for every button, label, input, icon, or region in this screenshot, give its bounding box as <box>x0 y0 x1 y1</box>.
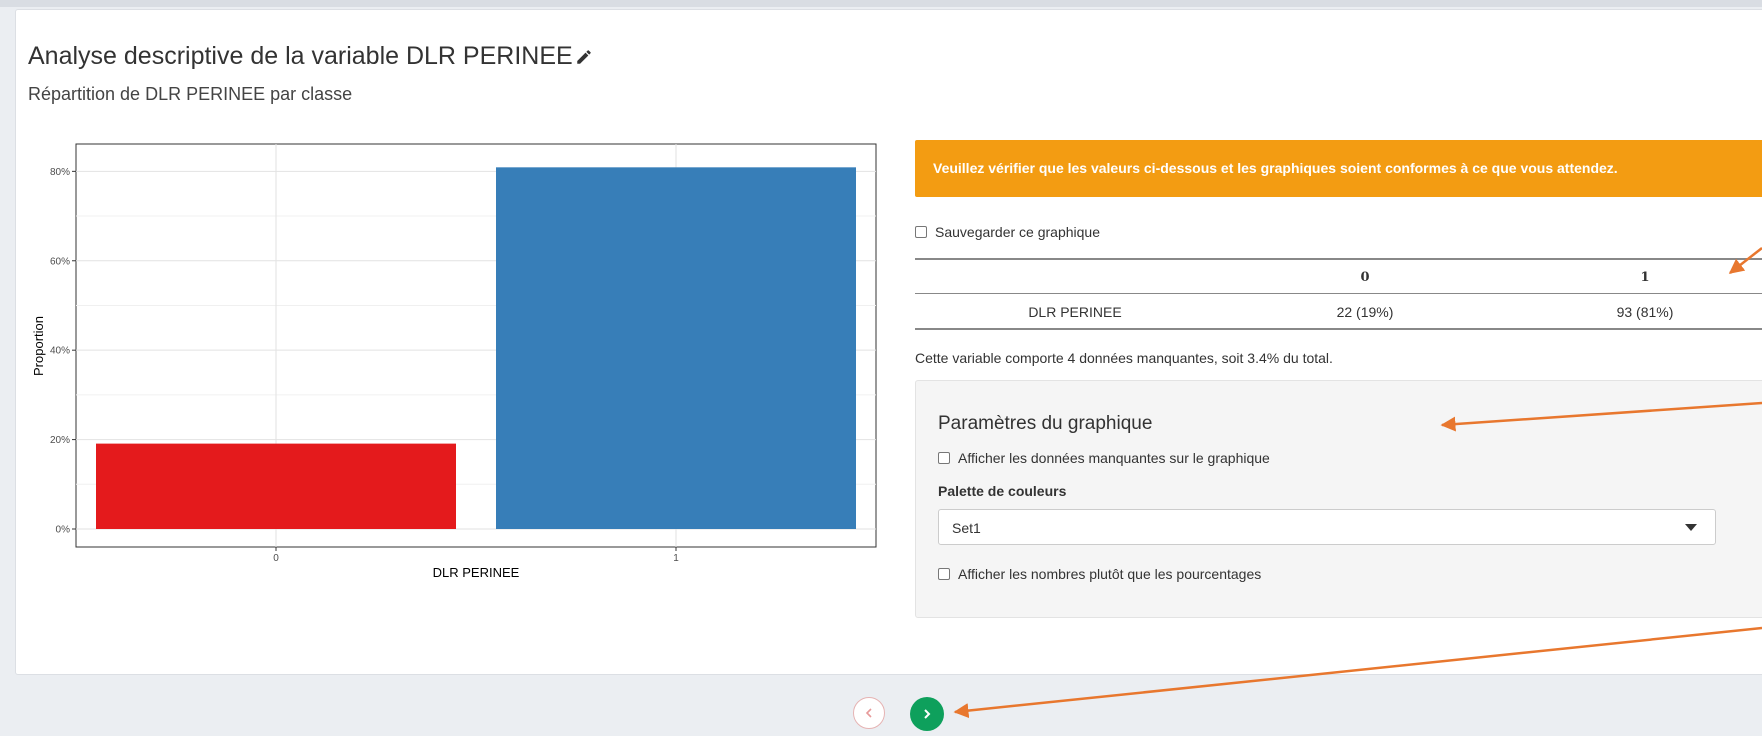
page-subtitle: Répartition de DLR PERINEE par classe <box>28 84 353 104</box>
show-counts-checkbox-row[interactable]: Afficher les nombres plutôt que les pour… <box>938 566 1261 582</box>
y-tick-label: 80% <box>50 167 70 178</box>
save-chart-checkbox[interactable] <box>915 226 927 238</box>
table-header-rule <box>915 293 1762 294</box>
y-axis-ticks: 0% 20% 40% 60% 80% <box>50 167 76 536</box>
show-missing-checkbox-row[interactable]: Afficher les données manquantes sur le g… <box>938 450 1270 466</box>
show-counts-label: Afficher les nombres plutôt que les pour… <box>958 566 1262 582</box>
bar-chart-svg: 0%20%40%60%80% 01 DLR PERINEE Proportion <box>31 143 877 580</box>
y-tick-label: 40% <box>50 346 70 357</box>
missing-data-text: Cette variable comporte 4 données manqua… <box>915 350 1333 366</box>
chart-parameters-panel: Paramètres du graphique Afficher les don… <box>915 380 1762 618</box>
x-tick-label: 0 <box>273 553 279 564</box>
warning-alert-text: Veuillez vérifier que les valeurs ci-des… <box>933 160 1618 176</box>
top-border <box>0 0 1762 7</box>
show-counts-checkbox[interactable] <box>938 568 950 580</box>
y-tick-label: 0% <box>56 525 71 536</box>
table-cell: 93 (81%) <box>1616 304 1674 320</box>
warning-alert: Veuillez vérifier que les valeurs ci-des… <box>915 140 1762 197</box>
table-bottom-rule <box>915 328 1762 330</box>
table-cell: 22 (19%) <box>1336 304 1394 320</box>
y-axis-label: Proportion <box>31 316 46 376</box>
palette-select-value: Set1 <box>952 520 981 536</box>
show-missing-checkbox[interactable] <box>938 452 950 464</box>
show-missing-label: Afficher les données manquantes sur le g… <box>958 450 1270 466</box>
bar-1 <box>496 167 856 529</box>
y-tick-label: 60% <box>50 256 70 267</box>
y-tick-label: 20% <box>50 435 70 446</box>
table-cell: DLR PERINEE <box>1028 304 1122 320</box>
palette-select[interactable]: Set1 <box>938 509 1716 545</box>
palette-label: Palette de couleurs <box>938 483 1067 499</box>
save-chart-label: Sauvegarder ce graphique <box>935 224 1101 240</box>
save-chart-checkbox-row[interactable]: Sauvegarder ce graphique <box>915 224 1100 240</box>
chevron-left-icon <box>865 708 872 718</box>
x-axis-label: DLR PERINEE <box>433 565 520 580</box>
table-header-cell: 0 <box>1360 270 1370 285</box>
previous-button[interactable] <box>853 697 885 729</box>
parameters-title: Paramètres du graphique <box>938 413 1153 434</box>
chevron-right-icon <box>924 709 931 719</box>
table-top-rule <box>915 258 1762 260</box>
bar-0 <box>96 443 456 529</box>
caret-down-icon <box>1685 524 1697 531</box>
pencil-icon[interactable] <box>575 48 593 66</box>
bar-chart: 0% 20% 40% 60% 80% 01 DLR PERINEE Proportion <box>28 140 888 590</box>
x-axis-ticks: 01 <box>273 547 679 564</box>
page-title: Analyse descriptive de la variable DLR P… <box>28 42 593 71</box>
page-title-text: Analyse descriptive de la variable DLR P… <box>28 42 573 70</box>
next-button[interactable] <box>910 697 944 731</box>
x-tick-label: 1 <box>673 553 679 564</box>
table-header-cell: 1 <box>1640 270 1650 285</box>
